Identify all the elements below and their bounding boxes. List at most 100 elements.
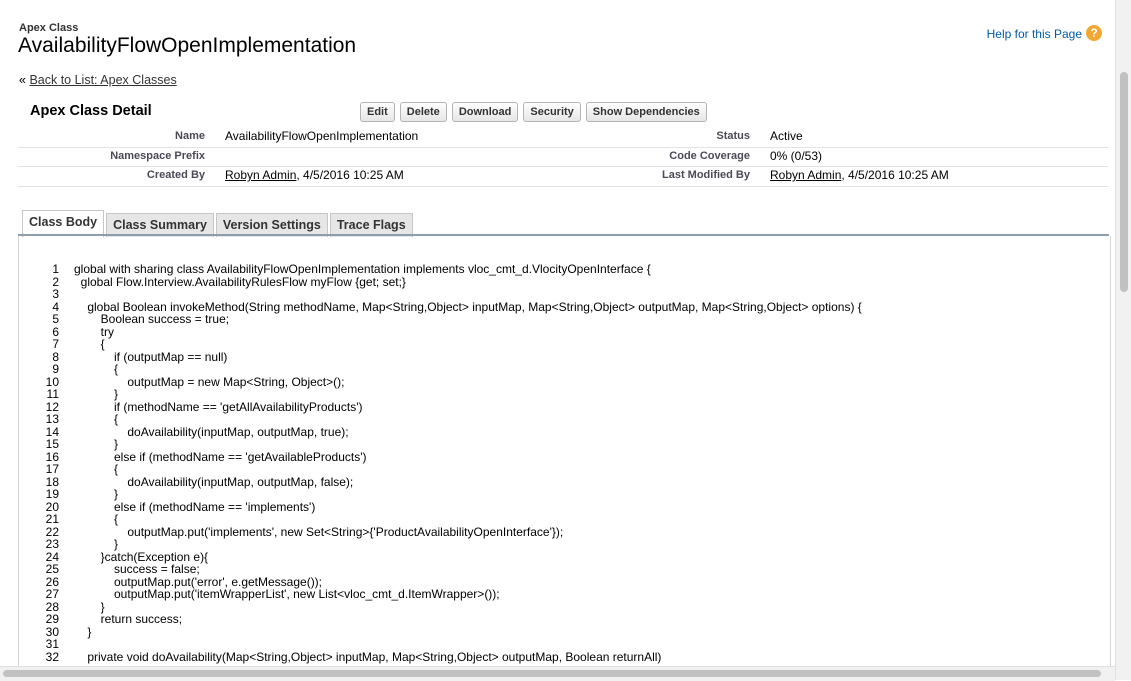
code-text: { (74, 412, 119, 426)
code-line: 29 return success; (19, 613, 862, 626)
tab-class-body[interactable]: Class Body (22, 210, 105, 237)
download-button[interactable]: Download (451, 102, 519, 122)
code-line: 23 } (19, 538, 862, 551)
page-title: AvailabilityFlowOpenImplementation (18, 34, 357, 57)
code-text: } (74, 437, 119, 451)
created-date: , 4/5/2016 10:25 AM (296, 168, 404, 182)
code-listing: 1 global with sharing class AvailabilityF… (19, 263, 862, 663)
horizontal-scrollbar[interactable] (0, 666, 1115, 681)
status-label: Status (716, 130, 750, 142)
code-text: return success; (74, 612, 183, 626)
modified-by-label: Last Modified By (661, 169, 750, 181)
code-text: outputMap.put('implements', new Set<Stri… (74, 524, 564, 539)
created-by-user-link[interactable]: Robyn Admin (225, 168, 296, 182)
created-by-label: Created By (146, 169, 205, 181)
code-text: global Flow.Interview.AvailabilityRulesF… (74, 274, 406, 289)
created-by-value: Robyn Admin, 4/5/2016 10:25 AM (225, 168, 404, 182)
coverage-label: Code Coverage (669, 150, 750, 162)
coverage-value: 0% (0/53) (770, 149, 823, 163)
line-number: 25 (45, 562, 59, 576)
code-line: 3 (19, 288, 862, 301)
back-to-list-link[interactable]: Back to List: Apex Classes (29, 73, 176, 87)
detail-section-title: Apex Class Detail (30, 103, 152, 119)
code-text: { (74, 362, 119, 376)
code-line: 17 { (19, 463, 862, 476)
line-number: 9 (52, 362, 59, 376)
show-dependencies-button[interactable]: Show Dependencies (585, 102, 707, 122)
apex-class-page: Apex Class AvailabilityFlowOpenImplement… (0, 0, 1115, 680)
code-line: 18 doAvailability(inputMap, outputMap, f… (19, 475, 862, 489)
code-line: 9 { (19, 363, 862, 376)
code-text: } (74, 537, 119, 551)
line-number: 3 (52, 287, 59, 301)
security-button[interactable]: Security (523, 102, 581, 122)
code-text: global with sharing class AvailabilityFl… (74, 262, 651, 276)
name-value: AvailabilityFlowOpenImplementation (225, 129, 419, 143)
line-number: 7 (52, 337, 59, 351)
code-line: 5 Boolean success = true; (19, 313, 862, 326)
question-icon[interactable]: ? (1086, 25, 1102, 41)
code-text: { (74, 337, 105, 351)
code-line: 2 global Flow.Interview.AvailabilityRule… (19, 274, 862, 289)
row-divider (18, 147, 1108, 148)
code-text: Boolean success = true; (74, 312, 230, 326)
code-text: } (74, 487, 119, 501)
delete-button[interactable]: Delete (399, 102, 447, 122)
code-line: 7 { (19, 338, 862, 351)
line-number: 32 (45, 649, 59, 664)
code-line: 32 private void doAvailability(Map<Strin… (19, 649, 862, 664)
horizontal-scroll-thumb[interactable] (3, 670, 1101, 677)
code-line: 27 outputMap.put('itemWrapperList', new … (19, 588, 862, 601)
detail-button-bar: Edit Delete Download Security Show Depen… (360, 102, 707, 122)
line-number: 11 (46, 387, 59, 401)
code-line: 21 { (19, 513, 862, 526)
back-prefix: « (19, 73, 30, 87)
code-line: 6 try (19, 325, 862, 339)
modified-date: , 4/5/2016 10:25 AM (841, 168, 949, 182)
code-text: outputMap.put('itemWrapperList', new Lis… (74, 587, 500, 601)
line-number: 1 (52, 262, 59, 276)
tab-bar: Class Body Class Summary Version Setting… (22, 210, 415, 237)
code-panel: 1 global with sharing class AvailabilityF… (18, 236, 1111, 666)
code-line: 8 if (outputMap == null) (19, 350, 862, 364)
line-number: 29 (45, 612, 59, 626)
code-line: 31 (19, 638, 862, 651)
help-link[interactable]: Help for this Page (987, 27, 1082, 41)
code-line: 14 doAvailability(inputMap, outputMap, t… (19, 425, 862, 439)
code-line: 19 } (19, 488, 862, 501)
breadcrumb: « Back to List: Apex Classes (19, 73, 177, 87)
line-number: 23 (45, 537, 59, 551)
code-line: 1 global with sharing class AvailabilityF… (19, 263, 862, 276)
line-number: 5 (52, 312, 59, 326)
code-text: { (74, 512, 119, 526)
vertical-scrollbar[interactable] (1115, 0, 1131, 680)
page-type-label: Apex Class (19, 22, 79, 34)
code-line: 30 } (19, 625, 862, 639)
modified-by-user-link[interactable]: Robyn Admin (770, 168, 841, 182)
line-number: 19 (45, 487, 59, 501)
code-text: { (74, 462, 119, 476)
code-line: 11 } (19, 388, 862, 401)
line-number: 31 (45, 637, 59, 651)
code-line: 20 else if (methodName == 'implements') (19, 500, 862, 514)
edit-button[interactable]: Edit (360, 102, 395, 122)
code-line: 13 { (19, 413, 862, 426)
code-line: 12 if (methodName == 'getAllAvailability… (19, 400, 862, 414)
line-number: 27 (45, 587, 59, 601)
vertical-scroll-thumb[interactable] (1120, 72, 1128, 292)
namespace-label: Namespace Prefix (110, 150, 205, 162)
modified-by-value: Robyn Admin, 4/5/2016 10:25 AM (770, 168, 949, 182)
code-text: success = false; (74, 562, 200, 576)
line-number: 21 (45, 512, 59, 526)
row-divider (18, 186, 1108, 187)
code-line: 15 } (19, 438, 862, 451)
line-number: 17 (45, 462, 59, 476)
status-value: Active (770, 129, 803, 143)
code-line: 22 outputMap.put('implements', new Set<S… (19, 524, 862, 539)
row-divider (18, 166, 1108, 167)
code-line: 16 else if (methodName == 'getAvailableP… (19, 450, 862, 464)
code-text: private void doAvailability(Map<String,O… (74, 649, 662, 664)
code-line: 10 outputMap = new Map<String, Object>()… (19, 375, 862, 389)
